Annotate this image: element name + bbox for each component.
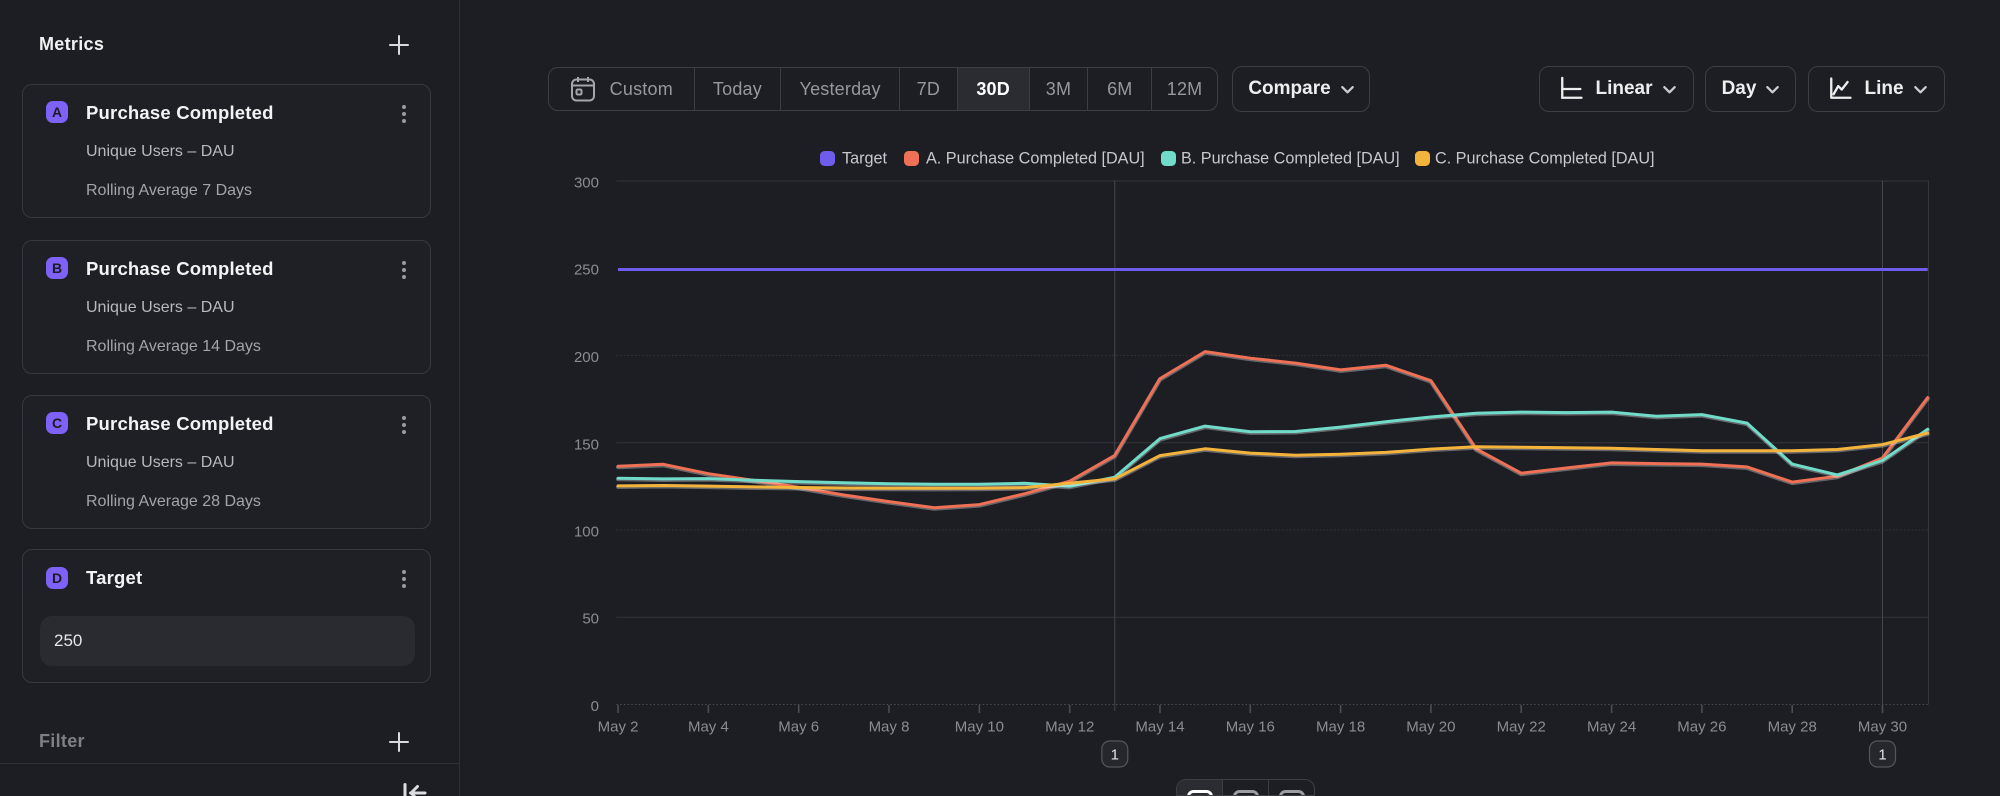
svg-text:May 16: May 16 [1226, 719, 1275, 736]
svg-text:B. Purchase Completed [DAU]: B. Purchase Completed [DAU] [1181, 150, 1400, 168]
svg-text:200: 200 [574, 349, 599, 366]
svg-text:Target: Target [842, 150, 887, 168]
svg-text:May 22: May 22 [1497, 719, 1546, 736]
svg-text:100: 100 [574, 524, 599, 541]
svg-text:250: 250 [574, 262, 599, 279]
svg-text:May 26: May 26 [1677, 719, 1726, 736]
svg-text:1: 1 [1878, 747, 1886, 764]
svg-text:May 10: May 10 [955, 719, 1004, 736]
svg-text:May 2: May 2 [598, 719, 639, 736]
svg-text:300: 300 [574, 175, 599, 192]
svg-text:May 8: May 8 [869, 719, 910, 736]
svg-text:C. Purchase Completed [DAU]: C. Purchase Completed [DAU] [1435, 150, 1655, 168]
svg-text:A. Purchase Completed [DAU]: A. Purchase Completed [DAU] [926, 150, 1145, 168]
svg-text:0: 0 [591, 698, 599, 715]
svg-text:150: 150 [574, 436, 599, 453]
svg-text:May 30: May 30 [1858, 719, 1907, 736]
svg-text:May 6: May 6 [778, 719, 819, 736]
svg-text:May 14: May 14 [1135, 719, 1184, 736]
svg-text:May 4: May 4 [688, 719, 729, 736]
svg-text:50: 50 [582, 611, 599, 628]
svg-text:May 24: May 24 [1587, 719, 1636, 736]
svg-text:May 28: May 28 [1768, 719, 1817, 736]
svg-text:May 12: May 12 [1045, 719, 1094, 736]
svg-text:May 18: May 18 [1316, 719, 1365, 736]
svg-text:1: 1 [1111, 747, 1119, 764]
svg-text:May 20: May 20 [1406, 719, 1455, 736]
